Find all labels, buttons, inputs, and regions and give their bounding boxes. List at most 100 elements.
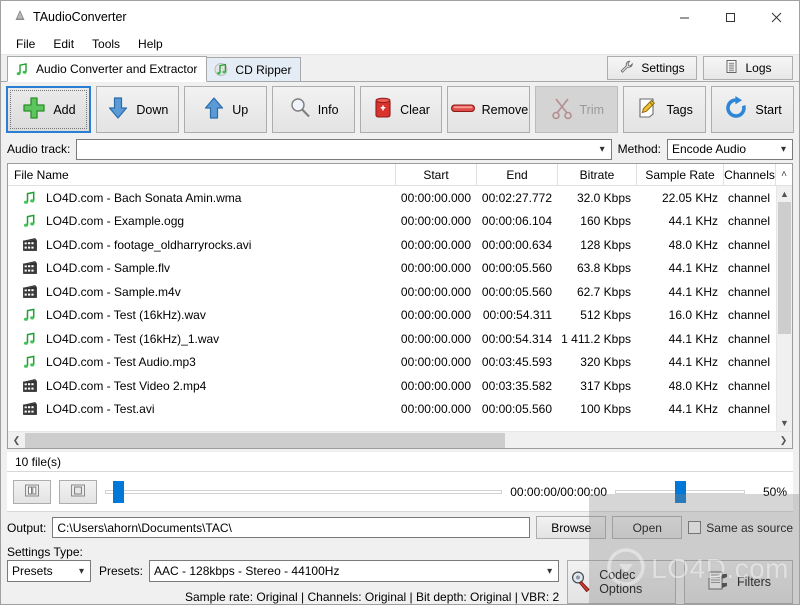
file-name-text: LO4D.com - Test Video 2.mp4 (46, 378, 207, 393)
cell-bitrate: 63.8 Kbps (576, 261, 631, 276)
cell-end: 00:02:27.772 (481, 190, 552, 205)
close-button[interactable] (753, 1, 799, 33)
vscroll-thumb[interactable] (778, 202, 791, 335)
table-row[interactable]: LO4D.com - Test.avi 00:00:00.000 00:00:05.… (8, 398, 776, 422)
tab-cd-ripper[interactable]: CD Ripper (206, 57, 302, 81)
file-list: File Name Start End Bitrate Sample Rate … (7, 163, 793, 449)
music-note-icon (15, 62, 30, 77)
hscroll-track[interactable] (25, 432, 775, 449)
checkbox-box[interactable] (688, 521, 702, 534)
cell-file-name: LO4D.com - Test Video 2.mp4 (8, 374, 396, 398)
stop-button[interactable] (59, 479, 97, 504)
cell-file-name: LO4D.com - Test.avi (8, 398, 396, 422)
scroll-right-icon[interactable]: ❯ (775, 435, 792, 446)
cell-end: 00:00:05.560 (481, 284, 552, 299)
down-button[interactable]: Down (95, 86, 179, 133)
column-header-channels[interactable]: Channels (724, 164, 776, 186)
table-row[interactable]: LO4D.com - Test (16kHz)_1.wav 00:00:00.00… (8, 327, 776, 351)
file-list-horizontal-scrollbar[interactable]: ❮ ❯ (8, 431, 792, 448)
chevron-down-icon: ▾ (78, 565, 84, 577)
window-controls (661, 1, 799, 33)
settings-row: Settings Type: Presets ▾ Presets: AAC - … (1, 543, 799, 604)
scroll-down-icon[interactable]: ▼ (777, 415, 792, 431)
table-row[interactable]: LO4D.com - Sample.flv 00:00:00.000 00:00:0… (8, 257, 776, 281)
table-row[interactable]: LO4D.com - Sample.m4v 00:00:00.000 00:00:0… (8, 280, 776, 304)
volume-slider[interactable] (615, 480, 745, 503)
minimize-button[interactable] (661, 1, 707, 33)
volume-slider-handle[interactable] (675, 480, 686, 503)
cell-start: 00:00:00.000 (400, 214, 471, 229)
cell-sample-rate: 44.1 KHz (668, 355, 718, 370)
table-row[interactable]: LO4D.com - Example.ogg 00:00:00.000 00:00:… (8, 210, 776, 234)
table-row[interactable]: LO4D.com - footage_oldharryrocks.avi 00:0… (8, 233, 776, 257)
scroll-left-icon[interactable]: ❮ (8, 435, 25, 446)
file-count-label: 10 file(s) (15, 454, 62, 469)
cell-start: 00:00:00.000 (400, 237, 471, 252)
column-header-sample-rate[interactable]: Sample Rate (637, 164, 724, 186)
cell-sample-rate: 22.05 KHz (661, 190, 718, 205)
logs-button[interactable]: Logs (703, 56, 793, 80)
same-as-source-checkbox[interactable]: Same as source (688, 521, 793, 535)
down-button-label: Down (136, 102, 169, 117)
preset-description: Sample rate: Original | Channels: Origin… (185, 590, 560, 604)
menu-edit[interactable]: Edit (44, 34, 83, 54)
filters-button[interactable]: Filters (684, 560, 793, 604)
header-buttons: Settings Logs (607, 56, 793, 80)
clear-button[interactable]: Clear (359, 86, 443, 133)
trim-button-label: Trim (579, 102, 605, 117)
pause-button[interactable] (13, 479, 51, 504)
table-row[interactable]: LO4D.com - Test Video 2.mp4 00:00:00.000 0… (8, 374, 776, 398)
info-button[interactable]: Info (271, 86, 355, 133)
column-header-end[interactable]: End (477, 164, 558, 186)
column-header-start[interactable]: Start (396, 164, 477, 186)
cell-sample-rate: 44.1 KHz (668, 331, 718, 346)
sort-ascending-icon[interactable]: ˄ (776, 164, 792, 185)
presets-combo[interactable]: AAC - 128kbps - Stereo - 44100Hz ▾ (149, 560, 560, 582)
method-combo[interactable]: Encode Audio ▾ (667, 138, 793, 160)
cell-end: 00:03:45.593 (481, 355, 552, 370)
column-header-file-name[interactable]: File Name (8, 164, 396, 186)
file-name-text: LO4D.com - Bach Sonata Amin.wma (46, 190, 242, 205)
file-list-vertical-scrollbar[interactable]: ▲ ▼ (776, 186, 792, 431)
seek-slider-handle[interactable] (112, 480, 124, 503)
browse-button[interactable]: Browse (536, 516, 607, 539)
table-row[interactable]: LO4D.com - Test Audio.mp3 00:00:00.000 00:… (8, 351, 776, 375)
file-name-text: LO4D.com - Sample.m4v (46, 284, 181, 299)
cell-channels: 2 channel (724, 214, 770, 229)
column-header-bitrate[interactable]: Bitrate (558, 164, 637, 186)
settings-button[interactable]: Settings (607, 56, 697, 80)
start-button[interactable]: Start (711, 86, 795, 133)
filters-icon (706, 569, 730, 596)
remove-button[interactable]: Remove (447, 86, 531, 133)
tab-audio-converter-and-extractor[interactable]: Audio Converter and Extractor (7, 56, 208, 82)
hscroll-thumb[interactable] (25, 432, 505, 448)
codec-tool-icon (568, 569, 592, 596)
cell-sample-rate: 44.1 KHz (668, 284, 718, 299)
tags-button[interactable]: Tags (623, 86, 707, 133)
maximize-button[interactable] (707, 1, 753, 33)
cell-file-name: LO4D.com - Test (16kHz).wav (8, 304, 396, 328)
add-button[interactable]: Add (6, 86, 91, 133)
file-name-text: LO4D.com - Example.ogg (46, 214, 185, 229)
cell-end: 00:00:05.560 (481, 261, 552, 276)
settings-type-combo[interactable]: Presets ▾ (7, 560, 91, 582)
vscroll-track[interactable] (777, 202, 792, 415)
seek-slider[interactable] (105, 480, 503, 503)
codec-options-button[interactable]: Codec Options (567, 560, 677, 604)
cell-start: 00:00:00.000 (400, 308, 471, 323)
method-label: Method: (617, 142, 661, 156)
up-button[interactable]: Up (183, 86, 267, 133)
menu-file[interactable]: File (7, 34, 44, 54)
table-row[interactable]: LO4D.com - Bach Sonata Amin.wma 00:00:00.… (8, 186, 776, 210)
open-button[interactable]: Open (612, 516, 683, 539)
audio-track-combo[interactable]: ▾ (76, 138, 612, 160)
scroll-up-icon[interactable]: ▲ (777, 186, 792, 202)
settings-type-value: Presets (12, 564, 53, 578)
cell-start: 00:00:00.000 (400, 378, 471, 393)
table-row[interactable]: LO4D.com - Test (16kHz).wav 00:00:00.000 0… (8, 304, 776, 328)
file-list-rows: LO4D.com - Bach Sonata Amin.wma 00:00:00.… (8, 186, 776, 431)
menu-help[interactable]: Help (129, 34, 172, 54)
arrow-down-blue-icon (106, 96, 130, 123)
output-path-input[interactable]: C:\Users\ahorn\Documents\TAC\ (52, 517, 531, 538)
menu-tools[interactable]: Tools (83, 34, 129, 54)
